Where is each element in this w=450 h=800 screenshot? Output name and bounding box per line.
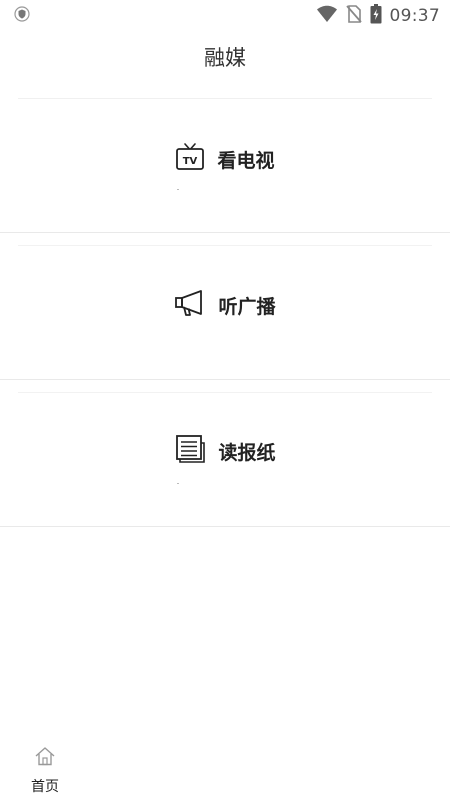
dot bbox=[177, 483, 179, 484]
battery-charging-icon bbox=[370, 4, 382, 28]
bottom-nav: 首页 bbox=[0, 740, 450, 800]
status-bar: 09:37 bbox=[0, 0, 450, 32]
nav-item-home[interactable]: 首页 bbox=[22, 740, 68, 800]
tv-icon: TV bbox=[175, 142, 205, 176]
status-time: 09:37 bbox=[389, 6, 440, 26]
svg-text:TV: TV bbox=[183, 156, 198, 167]
screen: 09:37 融媒 TV 看电视 听广播 读报纸 首页 bbox=[0, 0, 450, 800]
home-icon bbox=[34, 746, 56, 770]
dot bbox=[177, 189, 179, 190]
no-sim-icon bbox=[345, 5, 362, 27]
wifi-icon bbox=[316, 5, 338, 27]
card-label-radio: 听广播 bbox=[218, 295, 276, 318]
card-radio[interactable]: 听广播 bbox=[0, 232, 450, 378]
megaphone-icon bbox=[174, 288, 206, 322]
shield-icon bbox=[14, 6, 30, 26]
card-label-newspaper: 读报纸 bbox=[218, 441, 276, 464]
nav-label-home: 首页 bbox=[31, 779, 59, 795]
card-label-tv: 看电视 bbox=[217, 149, 275, 172]
newspaper-icon bbox=[174, 434, 206, 468]
page-title: 融媒 bbox=[204, 46, 246, 70]
card-newspaper[interactable]: 读报纸 bbox=[0, 378, 450, 524]
card-tv[interactable]: TV 看电视 bbox=[0, 86, 450, 232]
divider bbox=[0, 526, 450, 527]
